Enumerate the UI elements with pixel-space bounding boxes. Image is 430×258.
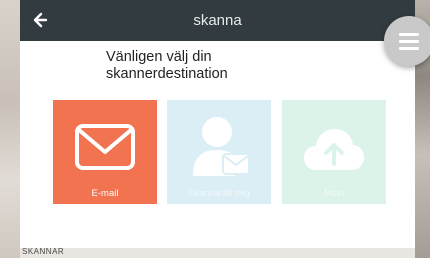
prompt-line-2: skannerdestination xyxy=(106,66,228,82)
envelope-icon xyxy=(75,124,135,170)
page-title: skanna xyxy=(193,12,242,29)
destination-email-label: E-mail xyxy=(91,188,119,199)
prompt-line-1: Vänligen välj din xyxy=(106,49,212,65)
hamburger-menu-icon xyxy=(399,39,419,43)
background-photo-bottom xyxy=(20,248,415,258)
person-mail-icon xyxy=(193,117,250,176)
menu-button[interactable] xyxy=(384,16,430,66)
destination-prompt: Vänligen välj din skannerdestination xyxy=(106,49,306,83)
destination-cloud-label: Moln xyxy=(323,188,345,199)
hamburger-menu-icon xyxy=(399,32,419,36)
app-screen: skanna Vänligen välj din skannerdestinat… xyxy=(20,0,415,248)
destination-scan-to-me-button[interactable]: Skanna till mig xyxy=(167,100,271,204)
destination-cloud-button[interactable]: Moln xyxy=(282,100,386,204)
hamburger-menu-icon xyxy=(399,46,419,50)
back-button[interactable] xyxy=(28,8,52,32)
destination-scan-to-me-label: Skanna till mig xyxy=(188,188,250,199)
destination-email-button[interactable]: E-mail xyxy=(53,100,157,204)
arrow-left-icon xyxy=(33,12,48,28)
footer-text: SKANNAR xyxy=(22,247,65,256)
background-photo-left xyxy=(0,0,20,258)
cloud-upload-icon xyxy=(304,129,364,170)
app-header: skanna xyxy=(20,0,415,41)
